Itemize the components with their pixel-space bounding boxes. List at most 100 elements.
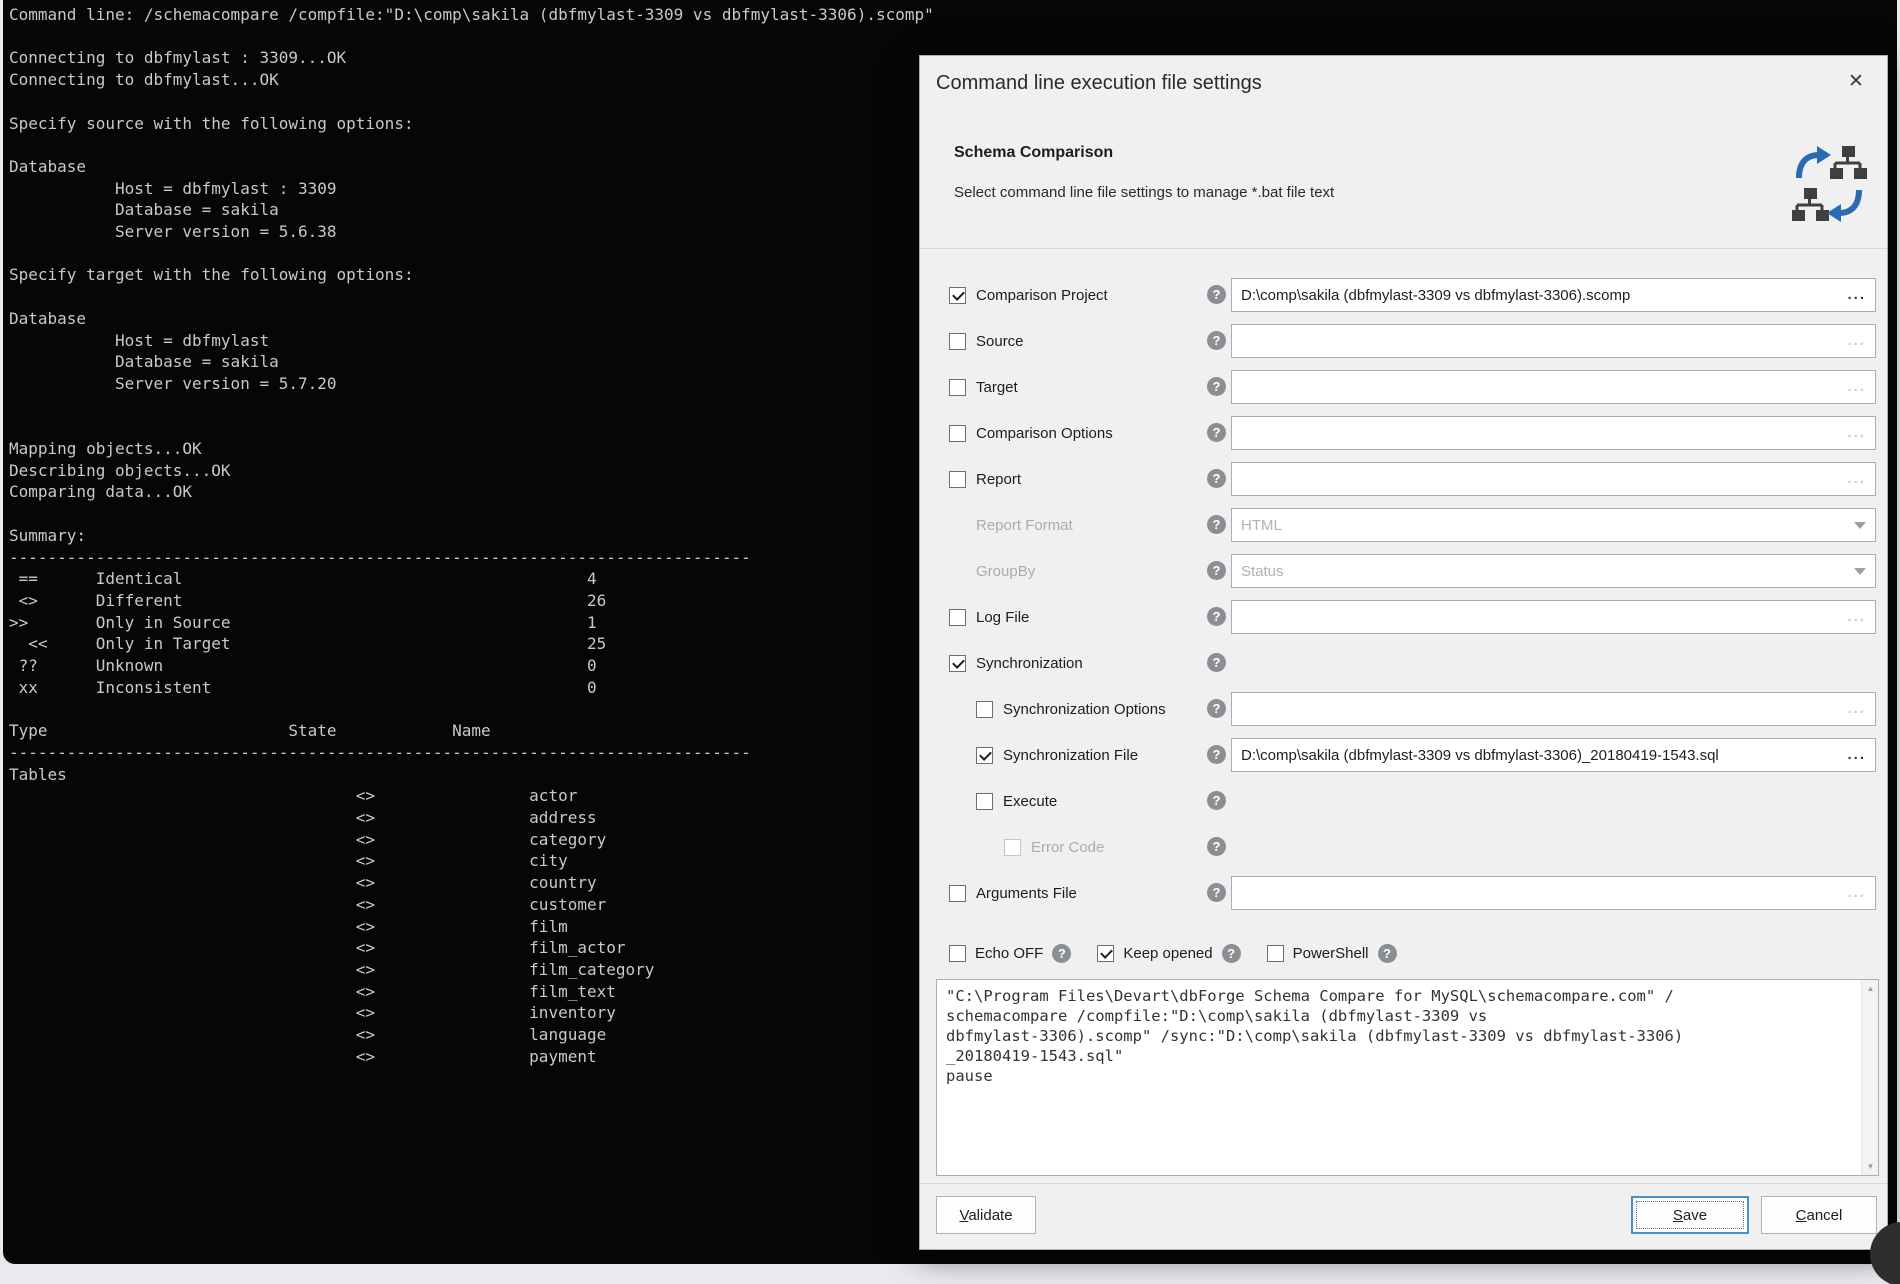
error-code-checkbox <box>1004 839 1021 856</box>
field-value: D:\comp\sakila (dbfmylast-3309 vs dbfmyl… <box>1241 747 1719 764</box>
arguments-file-help-icon[interactable]: ? <box>1207 883 1226 902</box>
row-label: Target <box>976 379 1018 396</box>
row-synchronization: Synchronization ? <box>920 640 1887 686</box>
scroll-down-icon[interactable]: ▼ <box>1862 1158 1879 1175</box>
error-code-help-icon[interactable]: ? <box>1207 837 1226 856</box>
synchronization-checkbox[interactable] <box>949 655 966 672</box>
combo-value: HTML <box>1241 517 1282 534</box>
command-line-settings-dialog: Command line execution file settings ✕ S… <box>919 55 1888 1250</box>
log-file-browse-button[interactable]: ... <box>1839 612 1866 622</box>
comparison-options-browse-button[interactable]: ... <box>1839 428 1866 438</box>
row-error-code: Error Code ? <box>920 824 1887 870</box>
target-input[interactable]: ... <box>1231 370 1876 404</box>
echo-off-help-icon[interactable]: ? <box>1052 944 1071 963</box>
combo-value: Status <box>1241 563 1284 580</box>
schema-compare-icon <box>1789 142 1869 226</box>
report-format-help-icon[interactable]: ? <box>1207 515 1226 534</box>
comparison-options-checkbox[interactable] <box>949 425 966 442</box>
source-help-icon[interactable]: ? <box>1207 331 1226 350</box>
report-checkbox[interactable] <box>949 471 966 488</box>
row-report-format: Report Format ? HTML <box>920 502 1887 548</box>
report-input[interactable]: ... <box>1231 462 1876 496</box>
synchronization-options-browse-button[interactable]: ... <box>1839 704 1866 714</box>
bat-file-text: "C:\Program Files\Devart\dbForge Schema … <box>937 980 1878 1086</box>
synchronization-file-help-icon[interactable]: ? <box>1207 745 1226 764</box>
target-checkbox[interactable] <box>949 379 966 396</box>
footer-divider <box>920 1183 1887 1184</box>
powershell-checkbox[interactable] <box>1267 945 1284 962</box>
row-synchronization-options: Synchronization Options ? ... <box>920 686 1887 732</box>
target-browse-button[interactable]: ... <box>1839 382 1866 392</box>
keep-opened-checkbox[interactable] <box>1097 945 1114 962</box>
report-format-select: HTML <box>1231 508 1876 542</box>
row-label: Arguments File <box>976 885 1077 902</box>
comparison-project-help-icon[interactable]: ? <box>1207 285 1226 304</box>
row-groupby: GroupBy ? Status <box>920 548 1887 594</box>
execute-checkbox[interactable] <box>976 793 993 810</box>
row-arguments-file: Arguments File ? ... <box>920 870 1887 916</box>
target-help-icon[interactable]: ? <box>1207 377 1226 396</box>
synchronization-options-checkbox[interactable] <box>976 701 993 718</box>
row-label: Comparison Options <box>976 425 1113 442</box>
row-execute: Execute ? <box>920 778 1887 824</box>
log-file-help-icon[interactable]: ? <box>1207 607 1226 626</box>
groupby-help-icon[interactable]: ? <box>1207 561 1226 580</box>
comparison-project-browse-button[interactable]: ... <box>1839 290 1866 300</box>
bat-file-preview[interactable]: "C:\Program Files\Devart\dbForge Schema … <box>936 979 1879 1176</box>
source-browse-button[interactable]: ... <box>1839 336 1866 346</box>
inline-options-row: Echo OFF ? Keep opened ? PowerShell ? <box>949 944 1397 963</box>
execute-help-icon[interactable]: ? <box>1207 791 1226 810</box>
arguments-file-browse-button[interactable]: ... <box>1839 888 1866 898</box>
source-checkbox[interactable] <box>949 333 966 350</box>
row-label: Source <box>976 333 1024 350</box>
option-label: PowerShell <box>1293 945 1369 962</box>
header-divider <box>920 248 1887 249</box>
arguments-file-input[interactable]: ... <box>1231 876 1876 910</box>
keep-opened-help-icon[interactable]: ? <box>1222 944 1241 963</box>
synchronization-options-input[interactable]: ... <box>1231 692 1876 726</box>
comparison-options-input[interactable]: ... <box>1231 416 1876 450</box>
cancel-button[interactable]: Cancel <box>1761 1196 1877 1234</box>
close-icon[interactable]: ✕ <box>1841 66 1871 96</box>
comparison-project-input[interactable]: D:\comp\sakila (dbfmylast-3309 vs dbfmyl… <box>1231 278 1876 312</box>
synchronization-options-help-icon[interactable]: ? <box>1207 699 1226 718</box>
row-source: Source ? ... <box>920 318 1887 364</box>
synchronization-help-icon[interactable]: ? <box>1207 653 1226 672</box>
save-button[interactable]: Save <box>1631 1196 1749 1234</box>
row-label: Synchronization <box>976 655 1083 672</box>
field-value: D:\comp\sakila (dbfmylast-3309 vs dbfmyl… <box>1241 287 1630 304</box>
row-label: Log File <box>976 609 1029 626</box>
row-log-file: Log File ? ... <box>920 594 1887 640</box>
scrollbar[interactable]: ▲ ▼ <box>1861 980 1878 1175</box>
row-comparison-project: Comparison Project ? D:\comp\sakila (dbf… <box>920 272 1887 318</box>
row-synchronization-file: Synchronization File ? D:\comp\sakila (d… <box>920 732 1887 778</box>
row-label: Report Format <box>976 517 1073 534</box>
source-input[interactable]: ... <box>1231 324 1876 358</box>
report-help-icon[interactable]: ? <box>1207 469 1226 488</box>
section-title: Schema Comparison <box>954 144 1113 162</box>
option-label: Keep opened <box>1123 945 1212 962</box>
powershell-help-icon[interactable]: ? <box>1378 944 1397 963</box>
scroll-up-icon[interactable]: ▲ <box>1862 980 1879 997</box>
chevron-down-icon <box>1854 568 1866 575</box>
option-label: Echo OFF <box>975 945 1043 962</box>
row-label: Error Code <box>1031 839 1104 856</box>
synchronization-file-checkbox[interactable] <box>976 747 993 764</box>
report-browse-button[interactable]: ... <box>1839 474 1866 484</box>
comparison-project-checkbox[interactable] <box>949 287 966 304</box>
echo-off-checkbox[interactable] <box>949 945 966 962</box>
groupby-select: Status <box>1231 554 1876 588</box>
row-target: Target ? ... <box>920 364 1887 410</box>
synchronization-file-input[interactable]: D:\comp\sakila (dbfmylast-3309 vs dbfmyl… <box>1231 738 1876 772</box>
log-file-checkbox[interactable] <box>949 609 966 626</box>
arguments-file-checkbox[interactable] <box>949 885 966 902</box>
row-comparison-options: Comparison Options ? ... <box>920 410 1887 456</box>
comparison-options-help-icon[interactable]: ? <box>1207 423 1226 442</box>
synchronization-file-browse-button[interactable]: ... <box>1839 750 1866 760</box>
row-report: Report ? ... <box>920 456 1887 502</box>
row-label: GroupBy <box>976 563 1035 580</box>
log-file-input[interactable]: ... <box>1231 600 1876 634</box>
settings-rows: Comparison Project ? D:\comp\sakila (dbf… <box>920 272 1887 916</box>
chevron-down-icon <box>1854 522 1866 529</box>
validate-button[interactable]: Validate <box>936 1196 1036 1234</box>
